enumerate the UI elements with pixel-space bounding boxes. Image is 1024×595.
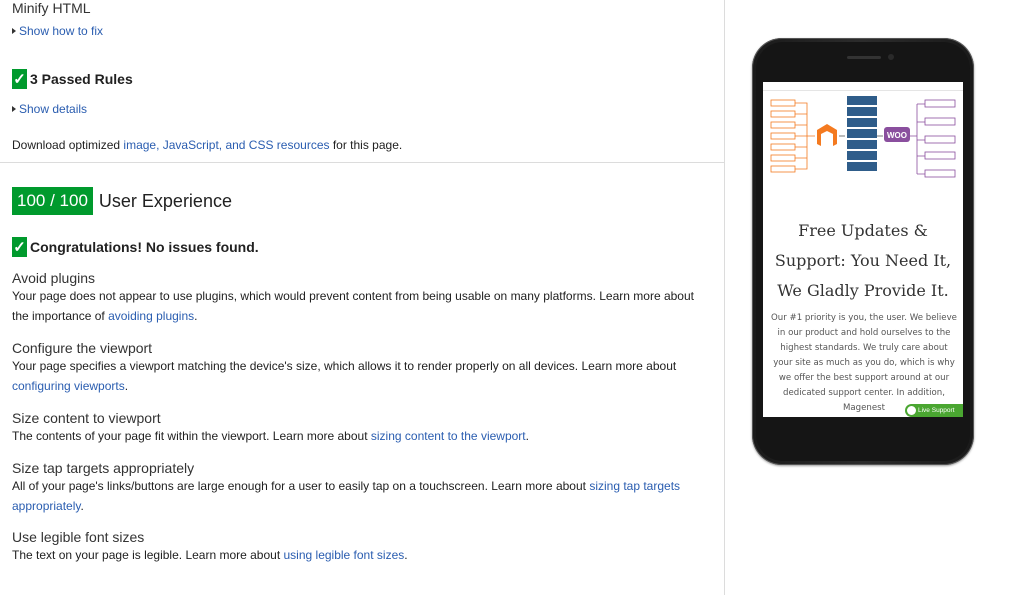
live-support-button[interactable]: Live Support	[905, 404, 963, 417]
ux-item-body: All of your page's links/buttons are lar…	[12, 479, 590, 493]
phone-speaker	[847, 56, 881, 59]
ux-item-body: The text on your page is legible. Learn …	[12, 548, 284, 562]
ux-item-legible-fonts: Use legible font sizes The text on your …	[12, 529, 712, 565]
hero-paragraph: Our #1 priority is you, the user. We bel…	[771, 313, 957, 413]
ux-item-avoid-plugins: Avoid plugins Your page does not appear …	[12, 270, 712, 326]
ux-item-configure-viewport: Configure the viewport Your page specifi…	[12, 340, 712, 396]
ux-score-badge: 100 / 100	[12, 187, 93, 215]
checkmark-icon: ✓	[12, 69, 27, 89]
screen-topbar	[763, 82, 963, 91]
show-details-link[interactable]: Show details	[12, 102, 87, 116]
checkmark-icon: ✓	[12, 237, 27, 257]
ux-item-text: The contents of your page fit within the…	[12, 426, 712, 446]
avoiding-plugins-link[interactable]: avoiding plugins	[108, 309, 194, 323]
ux-item-end: .	[194, 309, 198, 323]
section-divider	[0, 162, 724, 163]
passed-rules-header: ✓ 3 Passed Rules	[12, 69, 133, 89]
ux-item-title: Configure the viewport	[12, 340, 153, 356]
minify-html-title: Minify HTML	[12, 0, 91, 16]
show-how-to-fix-label: Show how to fix	[19, 24, 104, 38]
download-resources-text: Download optimized image, JavaScript, an…	[12, 135, 724, 155]
integration-diagram: WOO	[770, 96, 956, 178]
woo-logo-text: WOO	[887, 131, 907, 140]
download-resources-link[interactable]: image, JavaScript, and CSS resources	[123, 138, 329, 152]
ux-item-body: Your page specifies a viewport matching …	[12, 359, 677, 373]
expand-triangle-icon	[12, 106, 16, 112]
passed-rules-title: 3 Passed Rules	[30, 71, 133, 87]
chat-icon	[907, 406, 916, 415]
hero-heading: Free Updates & Support: You Need It, We …	[763, 216, 963, 306]
sizing-content-link[interactable]: sizing content to the viewport	[371, 429, 526, 443]
congrats-text: Congratulations! No issues found.	[30, 239, 259, 255]
live-support-label: Live Support	[918, 407, 955, 414]
mobile-screenshot: WOO Free Updates & Support: You Need It,…	[763, 82, 963, 417]
ux-item-title: Size content to viewport	[12, 410, 161, 426]
ux-item-text: All of your page's links/buttons are lar…	[12, 476, 712, 516]
ux-item-title: Use legible font sizes	[12, 529, 145, 545]
ux-item-size-content: Size content to viewport The contents of…	[12, 410, 712, 446]
configuring-viewports-link[interactable]: configuring viewports	[12, 379, 125, 393]
ux-item-body: The contents of your page fit within the…	[12, 429, 371, 443]
congrats-header: ✓ Congratulations! No issues found.	[12, 237, 259, 257]
ux-item-text: Your page does not appear to use plugins…	[12, 286, 712, 326]
ux-item-end: .	[80, 499, 84, 513]
download-prefix: Download optimized	[12, 138, 124, 152]
ux-item-tap-targets: Size tap targets appropriately All of yo…	[12, 460, 712, 516]
column-divider	[724, 0, 725, 595]
ux-item-text: Your page specifies a viewport matching …	[12, 356, 712, 396]
ux-item-title: Avoid plugins	[12, 270, 96, 286]
ux-score-label: User Experience	[98, 190, 232, 211]
ux-item-title: Size tap targets appropriately	[12, 460, 195, 476]
show-details-label: Show details	[19, 102, 88, 116]
ux-item-end: .	[124, 379, 129, 393]
ux-item-text: The text on your page is legible. Learn …	[12, 545, 712, 565]
download-suffix: for this page.	[329, 138, 403, 152]
expand-triangle-icon	[12, 28, 16, 34]
legible-font-sizes-link[interactable]: using legible font sizes	[284, 548, 405, 562]
ux-item-end: .	[404, 548, 408, 562]
hero-line: We Gladly Provide It.	[777, 281, 949, 300]
magento-logo	[817, 124, 837, 146]
ux-item-end: .	[525, 429, 529, 443]
ux-score-row: 100 / 100 User Experience	[12, 187, 232, 215]
show-how-to-fix-link[interactable]: Show how to fix	[12, 24, 103, 38]
hero-line: Support: You Need It,	[774, 251, 952, 270]
phone-camera	[888, 54, 894, 60]
hero-line: Free Updates &	[798, 221, 928, 240]
